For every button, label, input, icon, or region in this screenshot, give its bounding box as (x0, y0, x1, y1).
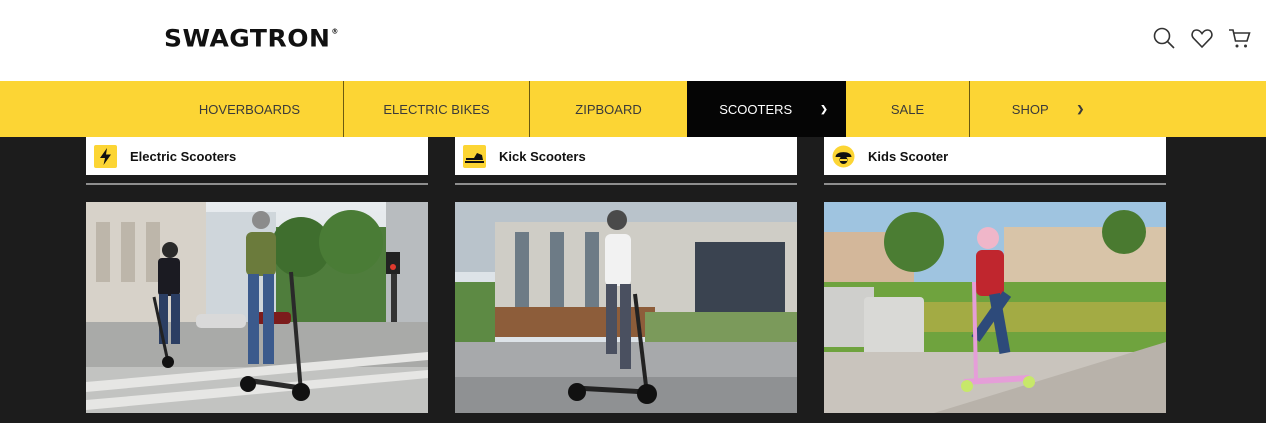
chevron-down-icon: ❯ (1076, 103, 1085, 114)
heart-icon[interactable] (1190, 26, 1214, 50)
kick-scooters-image[interactable] (455, 202, 797, 413)
category-link[interactable]: Electric Scooters (86, 137, 428, 175)
chevron-down-icon: ❯ (820, 103, 828, 114)
category-label: Kids Scooter (868, 148, 949, 164)
brand-logo[interactable]: SWAGTRON® (164, 25, 339, 53)
category-electric-scooters: Electric Scooters (86, 137, 428, 413)
kid-helmet-icon (832, 145, 855, 168)
nav-label: SCOOTERS (719, 101, 793, 117)
nav-label: SALE (890, 101, 925, 117)
search-icon[interactable] (1152, 26, 1176, 50)
registered-mark: ® (331, 27, 339, 36)
category-label: Electric Scooters (130, 148, 237, 164)
divider (86, 183, 428, 185)
nav-item-zipboard[interactable]: ZIPBOARD (530, 81, 687, 137)
nav-label: ELECTRIC BIKES (383, 101, 490, 117)
site-header: SWAGTRON® (0, 0, 1266, 81)
main-nav: HOVERBOARDS ELECTRIC BIKES ZIPBOARD SCOO… (0, 81, 1266, 137)
category-link[interactable]: Kick Scooters (455, 137, 797, 175)
category-link[interactable]: Kids Scooter (824, 137, 1166, 175)
nav-item-electric-bikes[interactable]: ELECTRIC BIKES (344, 81, 530, 137)
divider (824, 183, 1166, 185)
header-icons (1152, 26, 1252, 50)
nav-item-scooters[interactable]: SCOOTERS ❯ (687, 81, 846, 137)
kids-scooter-image[interactable] (824, 202, 1166, 413)
nav-item-shop[interactable]: SHOP ❯ (970, 81, 1126, 137)
nav-label: SHOP (1011, 101, 1049, 117)
logo-text: SWAGTRON (164, 24, 331, 53)
divider (455, 183, 797, 185)
category-label: Kick Scooters (499, 148, 586, 164)
nav-item-hoverboards[interactable]: HOVERBOARDS (156, 81, 344, 137)
nav-label: HOVERBOARDS (198, 101, 301, 117)
kick-scooter-icon (463, 144, 486, 168)
cart-icon[interactable] (1228, 26, 1252, 50)
electric-scooters-image[interactable] (86, 202, 428, 413)
scooters-mega-menu: Electric Scooters Kick Scooters Kids Sco… (0, 137, 1266, 423)
category-kick-scooters: Kick Scooters (455, 137, 797, 413)
nav-item-sale[interactable]: SALE (846, 81, 970, 137)
lightning-icon (94, 144, 117, 168)
category-kids-scooter: Kids Scooter (824, 137, 1166, 413)
nav-label: ZIPBOARD (575, 101, 642, 117)
